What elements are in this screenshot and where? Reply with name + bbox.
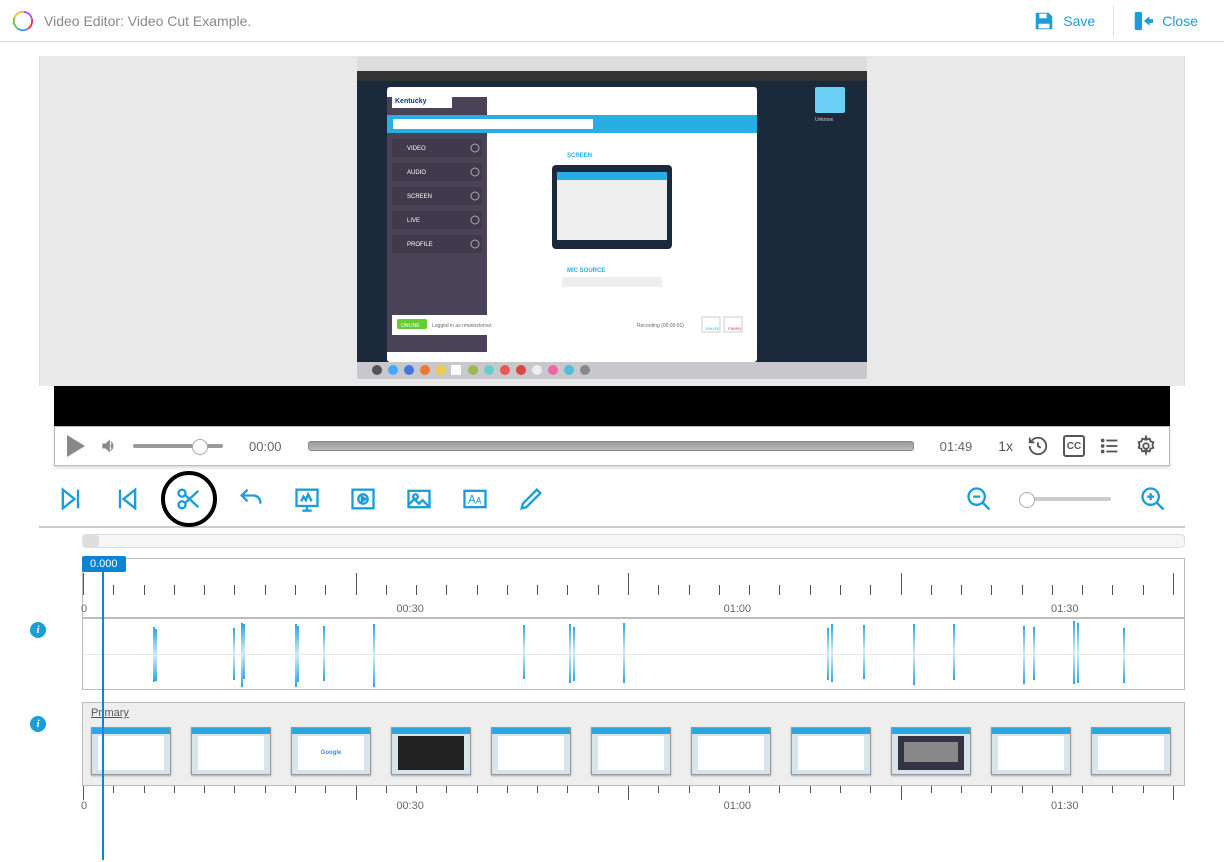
timeline-area: 0.000 000:3001:0001:30 i i Primary Googl… <box>54 534 1185 814</box>
playhead-time-badge[interactable]: 0.000 <box>82 556 126 572</box>
text-overlay-icon[interactable]: Aᴀ <box>461 485 489 513</box>
edit-toolbar: Aᴀ <box>39 472 1185 528</box>
video-insert-icon[interactable] <box>349 485 377 513</box>
svg-text:AUDIO: AUDIO <box>407 170 426 176</box>
video-thumbnail[interactable] <box>891 727 971 775</box>
svg-text:PROFILE: PROFILE <box>407 242 433 248</box>
seek-bar[interactable] <box>308 441 914 451</box>
save-label: Save <box>1063 13 1095 29</box>
video-thumbnail-track[interactable]: Primary Google <box>82 702 1185 786</box>
page-title: Video Editor: Video Cut Example. <box>44 13 251 29</box>
closed-caption-button[interactable]: CC <box>1063 435 1085 457</box>
svg-text:FINISH: FINISH <box>728 326 741 331</box>
volume-icon[interactable] <box>99 436 119 456</box>
timeline-ruler[interactable]: 000:3001:0001:30 <box>82 558 1185 618</box>
info-icon[interactable]: i <box>30 716 46 732</box>
svg-text:Logged in as rmunoztorrez: Logged in as rmunoztorrez <box>432 323 492 329</box>
current-time: 00:00 <box>249 439 282 454</box>
video-thumbnail[interactable] <box>1091 727 1171 775</box>
svg-text:LIVE: LIVE <box>407 218 420 224</box>
zoom-slider[interactable] <box>1021 497 1111 501</box>
video-preview-frame: Kentucky VIDEO AUDIO SCREEN LIVE PROFILE… <box>357 57 867 379</box>
close-icon <box>1132 10 1154 32</box>
svg-text:MIC SOURCE: MIC SOURCE <box>567 268 605 274</box>
save-icon <box>1033 10 1055 32</box>
playhead-line[interactable] <box>102 570 104 860</box>
video-thumbnail[interactable] <box>491 727 571 775</box>
cut-tool-highlighted[interactable] <box>161 471 217 527</box>
volume-slider[interactable] <box>133 444 223 448</box>
duration-time: 01:49 <box>940 439 973 454</box>
settings-gear-icon[interactable] <box>1135 435 1157 457</box>
skip-forward-icon[interactable] <box>57 485 85 513</box>
divider <box>1113 6 1114 36</box>
video-thumbnail[interactable] <box>591 727 671 775</box>
save-button[interactable]: Save <box>1019 0 1109 42</box>
thumbnail-track-label: Primary <box>83 703 1184 723</box>
skip-backward-icon[interactable] <box>113 485 141 513</box>
video-thumbnail[interactable] <box>991 727 1071 775</box>
video-thumbnail[interactable]: Google <box>291 727 371 775</box>
rewind-history-icon[interactable] <box>1027 435 1049 457</box>
svg-text:VIDEO: VIDEO <box>407 146 426 152</box>
header-bar: Video Editor: Video Cut Example. Save Cl… <box>0 0 1224 42</box>
image-insert-icon[interactable] <box>405 485 433 513</box>
video-thumbnail[interactable] <box>191 727 271 775</box>
zoom-in-icon[interactable] <box>1139 485 1167 513</box>
info-icon[interactable]: i <box>30 622 46 638</box>
player-controls: 00:00 01:49 1x CC <box>54 426 1170 466</box>
slide-insert-icon[interactable] <box>293 485 321 513</box>
pencil-draw-icon[interactable] <box>517 485 545 513</box>
audio-waveform-track[interactable] <box>82 618 1185 690</box>
chapter-list-icon[interactable] <box>1099 435 1121 457</box>
svg-text:Kentucky: Kentucky <box>395 98 427 105</box>
svg-text:Unknow: Unknow <box>815 117 833 123</box>
video-thumbnail[interactable] <box>391 727 471 775</box>
thumbnail-ruler: 000:3001:0001:30 <box>82 786 1185 814</box>
close-button[interactable]: Close <box>1118 0 1212 42</box>
video-thumbnail[interactable] <box>791 727 871 775</box>
svg-text:PAUSE: PAUSE <box>706 326 720 331</box>
player-black-bar <box>54 386 1170 426</box>
zoom-out-icon[interactable] <box>965 485 993 513</box>
svg-text:SCREEN: SCREEN <box>407 194 432 200</box>
svg-text:SCREEN: SCREEN <box>567 153 592 159</box>
timeline-overview-scrollbar[interactable] <box>82 534 1185 548</box>
playback-speed[interactable]: 1x <box>998 438 1013 454</box>
svg-text:Aᴀ: Aᴀ <box>468 494 482 507</box>
close-label: Close <box>1162 13 1198 29</box>
video-preview-area: Kentucky VIDEO AUDIO SCREEN LIVE PROFILE… <box>39 56 1185 386</box>
undo-icon[interactable] <box>237 485 265 513</box>
main-area: Kentucky VIDEO AUDIO SCREEN LIVE PROFILE… <box>14 56 1210 814</box>
play-button[interactable] <box>67 435 85 457</box>
video-thumbnail[interactable] <box>691 727 771 775</box>
app-logo-icon <box>12 10 34 32</box>
svg-text:ONLINE: ONLINE <box>401 323 420 329</box>
svg-text:Recording (00:00:01): Recording (00:00:01) <box>637 323 684 329</box>
scissors-icon <box>175 485 203 513</box>
